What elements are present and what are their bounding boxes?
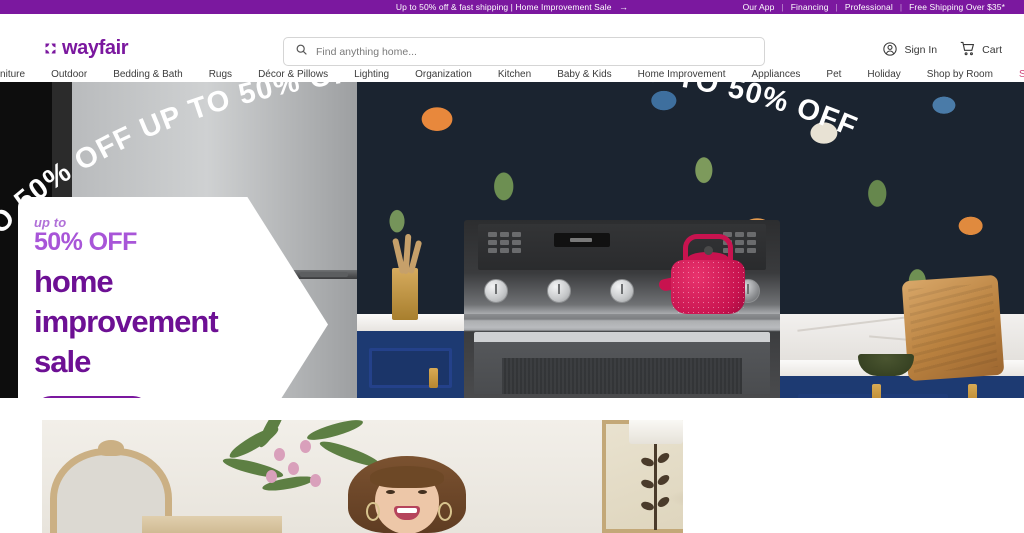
promo-link-professional[interactable]: Professional [838, 2, 900, 12]
brass-handle [429, 368, 438, 388]
promo-banner-text: Up to 50% off & fast shipping | Home Imp… [395, 2, 612, 12]
flower-bloom [300, 440, 311, 453]
header-account-area: Sign In Cart [882, 40, 1002, 60]
shopping-cart-icon [959, 40, 976, 60]
search-input[interactable] [316, 45, 753, 58]
fridge-handle [300, 272, 348, 277]
branch-stem [654, 444, 657, 530]
hero-headline-line-3: sale [34, 343, 91, 379]
user-circle-icon [882, 41, 898, 60]
red-kettle [657, 234, 751, 314]
nav-item-sale[interactable]: Sale [1006, 69, 1024, 80]
nav-item-furniture[interactable]: Furniture [0, 69, 38, 80]
oven-door [474, 332, 770, 394]
console-table [142, 516, 282, 533]
promo-banner-link[interactable]: Up to 50% off & fast shipping | Home Imp… [396, 2, 628, 12]
leaf [639, 455, 656, 469]
hero-headline: home improvement sale [34, 262, 328, 381]
flower-bloom [274, 448, 285, 461]
fern-frond [305, 420, 365, 443]
promo-link-free-shipping[interactable]: Free Shipping Over $35* [902, 2, 1012, 12]
cart-label: Cart [982, 44, 1002, 56]
leaf [639, 499, 656, 513]
nav-item-holiday[interactable]: Holiday [854, 69, 913, 80]
leaf [655, 451, 672, 465]
nav-item-baby-kids[interactable]: Baby & Kids [544, 69, 624, 80]
nav-item-bedding-bath[interactable]: Bedding & Bath [100, 69, 196, 80]
nav-item-appliances[interactable]: Appliances [738, 69, 813, 80]
control-buttons [488, 232, 521, 253]
hero-headline-line-1: home [34, 264, 114, 300]
navy-cabinet-left [357, 314, 464, 398]
nav-item-pet[interactable]: Pet [813, 69, 854, 80]
wayfair-logo[interactable]: wayfair [43, 36, 129, 60]
hoop-earring [366, 502, 380, 521]
wayfair-pinwheel-icon [43, 41, 58, 56]
promo-separator: | [781, 2, 784, 12]
nav-item-home-improvement[interactable]: Home Improvement [625, 69, 739, 80]
brass-handle [968, 384, 977, 398]
bangs [370, 466, 444, 488]
cart-button[interactable]: Cart [959, 40, 1002, 60]
range-display [554, 233, 610, 247]
navy-cabinet-right [780, 376, 1024, 398]
person-portrait [342, 456, 472, 533]
secondary-promo-image[interactable] [42, 420, 683, 533]
olive-bowl [858, 354, 914, 376]
nav-item-kitchen[interactable]: Kitchen [485, 69, 544, 80]
lamp-shade [629, 420, 683, 444]
arrow-right-icon: → [619, 2, 629, 12]
nav-item-organization[interactable]: Organization [402, 69, 485, 80]
range-knob [610, 279, 634, 303]
brass-utensil-canister [392, 268, 418, 320]
cabinet-panel [369, 348, 452, 388]
kettle-speckle-texture [671, 260, 745, 314]
search-bar[interactable] [283, 37, 765, 66]
top-promo-bar: Up to 50% off & fast shipping | Home Imp… [0, 0, 1024, 14]
eye [386, 490, 395, 494]
nav-item-shop-by-room[interactable]: Shop by Room [914, 69, 1006, 80]
hero-banner[interactable]: UP TO 50% OFF UP TO 50% OFF UP TO 50% OF… [0, 82, 1024, 398]
range-knob [484, 279, 508, 303]
sign-in-button[interactable]: Sign In [882, 41, 937, 60]
mirror-crest [98, 440, 124, 456]
oven-window [502, 358, 742, 394]
promo-separator: | [835, 2, 838, 12]
botanical-wall-art [627, 420, 683, 533]
flower-bloom [288, 462, 299, 475]
nav-item-lighting[interactable]: Lighting [341, 69, 402, 80]
hoop-earring [438, 502, 452, 521]
promo-link-our-app[interactable]: Our App [736, 2, 782, 12]
flower-bloom [310, 474, 321, 487]
promo-utility-links: Our App | Financing | Professional | Fre… [736, 2, 1012, 12]
leaf [655, 473, 672, 487]
kettle-body [671, 260, 745, 314]
nav-item-decor-pillows[interactable]: Décor & Pillows [245, 69, 341, 80]
sign-in-label: Sign In [904, 44, 938, 56]
hero-headline-line-2: improvement [34, 303, 219, 339]
search-icon [295, 43, 308, 61]
promo-separator: | [899, 2, 903, 12]
promo-link-financing[interactable]: Financing [784, 2, 836, 12]
leaf [655, 495, 672, 509]
nav-item-rugs[interactable]: Rugs [196, 69, 245, 80]
leaf [639, 477, 656, 491]
wayfair-logo-text: wayfair [62, 36, 129, 59]
nav-item-outdoor[interactable]: Outdoor [38, 69, 100, 80]
brass-handle [872, 384, 881, 398]
refresh-for-less-button[interactable]: Refresh for less [34, 396, 150, 398]
range-knob [547, 279, 571, 303]
eye [418, 490, 427, 494]
wood-cutting-board [901, 274, 1005, 382]
flower-bloom [266, 470, 277, 483]
kettle-knob [704, 246, 713, 255]
